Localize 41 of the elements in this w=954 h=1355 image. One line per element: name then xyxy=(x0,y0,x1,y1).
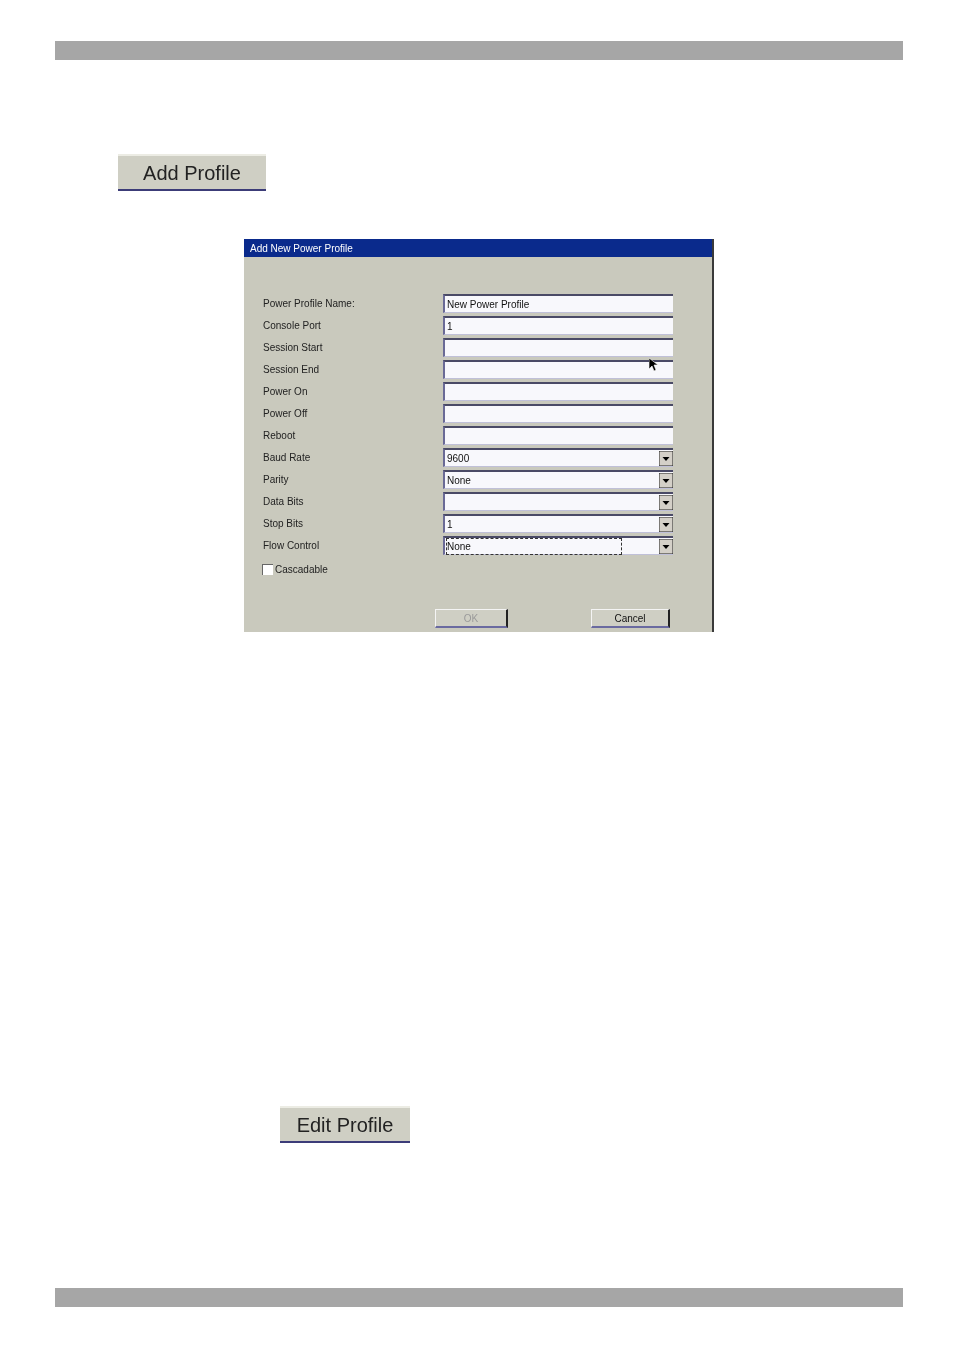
field-label: Power Profile Name: xyxy=(262,297,356,311)
checkbox[interactable] xyxy=(262,564,273,575)
dropdown-field[interactable]: 9600 xyxy=(443,448,673,467)
caret-down-icon[interactable] xyxy=(659,516,673,532)
field-label: Console Port xyxy=(262,319,322,333)
dropdown-field[interactable]: None xyxy=(443,470,673,489)
field-value: None xyxy=(447,473,471,488)
field-label: Session End xyxy=(262,363,321,377)
add-profile-button[interactable]: Add Profile xyxy=(118,154,266,191)
dialog-button[interactable]: Cancel xyxy=(591,609,670,628)
field-value: 1 xyxy=(447,319,453,334)
dropdown-field[interactable]: None xyxy=(443,536,673,555)
dropdown-field[interactable]: 1 xyxy=(443,514,673,533)
text-field[interactable]: New Power Profile xyxy=(443,294,673,313)
field-label: Flow Control xyxy=(262,539,321,553)
field-value: 9600 xyxy=(447,451,470,466)
field-label: Data Bits xyxy=(262,495,305,509)
caret-down-icon[interactable] xyxy=(659,450,673,466)
field-label: Stop Bits xyxy=(262,517,305,531)
field-value: New Power Profile xyxy=(447,297,530,312)
field-label: Session Start xyxy=(262,341,324,355)
checkbox-label: Cascadable xyxy=(275,563,328,577)
field-label: Power On xyxy=(262,385,309,399)
text-field[interactable] xyxy=(443,382,673,401)
field-label: Reboot xyxy=(262,429,297,443)
field-value: 1 xyxy=(447,517,453,532)
field-value: None xyxy=(447,538,621,554)
caret-down-icon[interactable] xyxy=(659,494,673,510)
text-field[interactable] xyxy=(443,360,673,379)
caret-down-icon[interactable] xyxy=(659,472,673,488)
text-field[interactable] xyxy=(443,338,673,357)
window-title: Add New Power Profile xyxy=(250,241,353,256)
field-label: Parity xyxy=(262,473,290,487)
edit-profile-button[interactable]: Edit Profile xyxy=(280,1106,410,1143)
text-field[interactable]: 1 xyxy=(443,316,673,335)
text-field[interactable] xyxy=(443,404,673,423)
dropdown-field[interactable] xyxy=(443,492,673,511)
field-label: Baud Rate xyxy=(262,451,312,465)
caret-down-icon[interactable] xyxy=(659,538,673,554)
field-label: Power Off xyxy=(262,407,309,421)
text-field[interactable] xyxy=(443,426,673,445)
